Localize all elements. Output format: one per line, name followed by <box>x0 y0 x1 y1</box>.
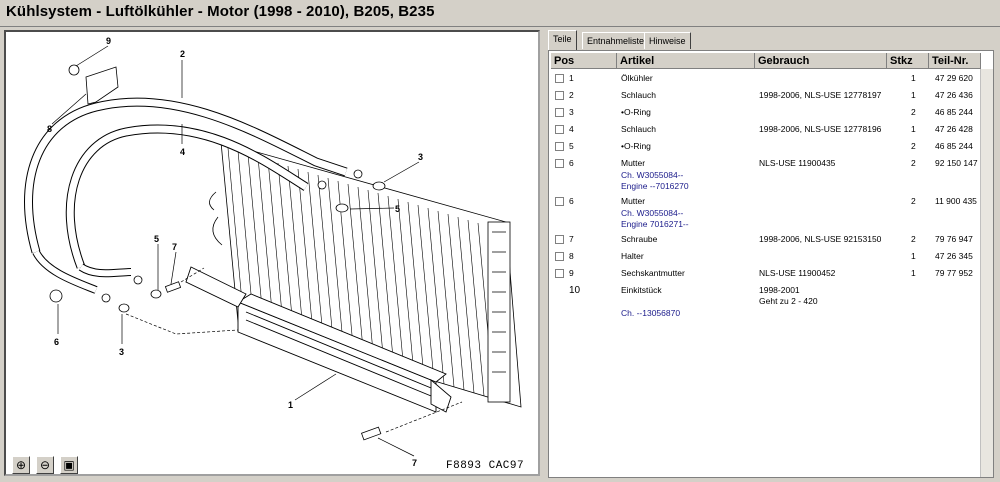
cell-gebrauch: 1998-2006, NLS-USE 92153150 <box>759 234 882 244</box>
col-stkz-header[interactable]: Stkz <box>887 53 929 69</box>
col-gebrauch-header[interactable]: Gebrauch <box>755 53 887 69</box>
cell-pos: 9 <box>569 268 574 278</box>
cell-gebrauch-note: Geht zu 2 - 420 <box>759 296 818 306</box>
cell-teilnr: 46 85 244 <box>935 141 973 151</box>
callout-5a: 5 <box>395 204 400 214</box>
cell-artikel: Schraube <box>621 234 658 244</box>
cell-artikel-note: Engine 7016271-- <box>621 219 689 229</box>
col-teilnr-header[interactable]: Teil-Nr. <box>929 53 981 69</box>
callout-2: 2 <box>180 49 185 59</box>
cell-gebrauch: 1998-2006, NLS-USE 12778197 <box>759 90 882 100</box>
window-titlebar: Kühlsystem - Luftölkühler - Motor (1998 … <box>0 0 1000 27</box>
callout-4: 4 <box>180 147 185 157</box>
cell-stkz: 1 <box>911 124 916 134</box>
cell-pos: 6 <box>569 196 574 206</box>
cell-gebrauch: NLS-USE 11900452 <box>759 268 836 278</box>
callout-5b: 5 <box>154 234 159 244</box>
tab-hinweise[interactable]: Hinweise <box>644 32 691 49</box>
cell-artikel: Schlauch <box>621 90 656 100</box>
exploded-diagram: 9 2 4 8 3 5 5 7 6 3 1 7 <box>24 36 522 468</box>
cell-stkz: 1 <box>911 251 916 261</box>
tab-entnahmeliste[interactable]: Entnahmeliste <box>582 32 650 49</box>
col-pos-header[interactable]: Pos <box>551 53 617 69</box>
bracket-drawing <box>85 66 119 105</box>
cell-artikel-note: Ch. W3055084-- <box>621 208 684 218</box>
cell-pos: 5 <box>569 141 574 151</box>
callout-9: 9 <box>106 36 111 46</box>
cell-artikel: Halter <box>621 251 644 261</box>
tab-bar: Teile Entnahmeliste Hinweise <box>546 30 996 50</box>
cell-pos: 2 <box>569 90 574 100</box>
row-checkbox[interactable] <box>555 108 564 117</box>
cell-stkz: 1 <box>911 73 916 83</box>
fit-window-icon[interactable]: ▣ <box>60 456 78 474</box>
cell-gebrauch: NLS-USE 11900435 <box>759 158 836 168</box>
callout-3a: 3 <box>418 152 423 162</box>
cell-stkz: 1 <box>911 268 916 278</box>
cell-artikel: Mutter <box>621 158 646 168</box>
cell-pos: 6 <box>569 158 574 168</box>
diagram-code: F8893 CAC97 <box>446 460 525 472</box>
row-checkbox[interactable] <box>555 235 564 244</box>
cell-pos: 8 <box>569 251 574 261</box>
cell-artikel: Sechskantmutter <box>621 268 685 278</box>
cell-teilnr: 47 29 620 <box>935 73 973 83</box>
cell-stkz: 2 <box>911 107 916 117</box>
row-checkbox[interactable] <box>555 74 564 83</box>
cell-pos: 1 <box>569 73 574 83</box>
cell-artikel: Schlauch <box>621 124 656 134</box>
cell-pos: 3 <box>569 107 574 117</box>
cell-teilnr: 79 76 947 <box>935 234 973 244</box>
parts-table: Pos Artikel Gebrauch Stkz Teil-Nr. 1 Ölk… <box>548 50 994 478</box>
cell-artikel-note: Engine --7016270 <box>621 181 689 191</box>
cell-teilnr: 92 150 147 <box>935 158 978 168</box>
callout-7b: 7 <box>412 458 417 468</box>
cell-pos: 10 <box>569 285 581 296</box>
cell-stkz: 2 <box>911 158 916 168</box>
cell-teilnr: 11 900 435 <box>935 196 977 206</box>
row-checkbox[interactable] <box>555 197 564 206</box>
callout-8: 8 <box>47 124 52 134</box>
tab-teile[interactable]: Teile <box>548 30 577 50</box>
window-title: Kühlsystem - Luftölkühler - Motor (1998 … <box>6 3 435 20</box>
zoom-out-icon[interactable]: ⊖ <box>36 456 54 474</box>
zoom-in-icon[interactable]: ⊕ <box>12 456 30 474</box>
cell-artikel: •O-Ring <box>621 141 651 151</box>
cell-teilnr: 79 77 952 <box>935 268 973 278</box>
callout-3b: 3 <box>119 347 124 357</box>
cell-teilnr: 47 26 428 <box>935 124 973 134</box>
row-checkbox[interactable] <box>555 252 564 261</box>
table-scrollbar[interactable] <box>980 69 993 477</box>
cell-pos: 7 <box>569 234 574 244</box>
cell-gebrauch: 1998-2006, NLS-USE 12778196 <box>759 124 882 134</box>
cell-artikel-note: Ch. --13056870 <box>621 308 681 318</box>
cell-pos: 4 <box>569 124 574 134</box>
cell-artikel: Einkitstück <box>621 285 662 295</box>
cell-stkz: 2 <box>911 234 916 244</box>
row-checkbox[interactable] <box>555 269 564 278</box>
row-checkbox[interactable] <box>555 159 564 168</box>
row-checkbox[interactable] <box>555 125 564 134</box>
cell-artikel: Mutter <box>621 196 646 206</box>
exploded-diagram-panel[interactable]: 9 2 4 8 3 5 5 7 6 3 1 7 ⊕ ⊖ ▣ F8893 CAC9… <box>4 30 540 476</box>
callout-7a: 7 <box>172 242 177 252</box>
cell-artikel: •O-Ring <box>621 107 651 117</box>
cell-artikel: Ölkühler <box>621 73 653 83</box>
cell-teilnr: 47 26 436 <box>935 90 973 100</box>
parts-panel: Teile Entnahmeliste Hinweise Pos Artikel… <box>546 28 996 480</box>
callout-1: 1 <box>288 400 293 410</box>
cell-stkz: 1 <box>911 90 916 100</box>
cell-teilnr: 47 26 345 <box>935 251 973 261</box>
cell-stkz: 2 <box>911 196 916 206</box>
cell-artikel-note: Ch. W3055084-- <box>621 170 684 180</box>
cell-teilnr: 46 85 244 <box>935 107 973 117</box>
row-checkbox[interactable] <box>555 142 564 151</box>
cell-stkz: 2 <box>911 141 916 151</box>
cell-gebrauch: 1998-2001 <box>759 285 800 295</box>
callout-6: 6 <box>54 337 59 347</box>
row-checkbox[interactable] <box>555 91 564 100</box>
col-artikel-header[interactable]: Artikel <box>617 53 755 69</box>
